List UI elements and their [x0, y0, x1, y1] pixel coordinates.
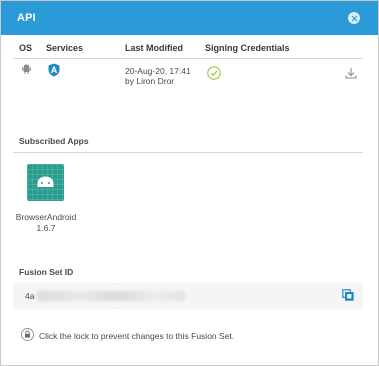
- app-name: BrowserAndroid 1.6.7: [15, 212, 77, 233]
- shield-icon: [48, 63, 60, 77]
- app-tile[interactable]: [27, 164, 64, 201]
- subscribed-divider: [13, 152, 363, 153]
- header-divider: [13, 58, 363, 59]
- api-dialog: API OS Services Last Modified Signing Cr…: [0, 0, 379, 366]
- column-header-os: OS: [19, 43, 33, 53]
- fusion-set-id-prefix: 4a: [25, 291, 35, 301]
- check-circle-icon: [207, 66, 221, 80]
- column-header-services: Services: [46, 43, 84, 53]
- download-icon[interactable]: [345, 67, 357, 79]
- last-modified: 20-Aug-20, 17:41 by Liron Dror: [125, 66, 191, 86]
- lock-icon[interactable]: [21, 328, 34, 341]
- android-icon: [22, 64, 31, 74]
- fusion-set-id-field: 4a: [13, 283, 363, 309]
- fusion-set-id-redacted: [37, 291, 185, 301]
- lock-hint-text: Click the lock to prevent changes to thi…: [39, 331, 235, 341]
- column-header-signing-credentials: Signing Credentials: [205, 43, 290, 53]
- column-header-last-modified: Last Modified: [125, 43, 183, 53]
- fusion-set-title: Fusion Set ID: [19, 267, 74, 277]
- close-icon[interactable]: [348, 12, 360, 24]
- modified-by: by Liron Dror: [125, 76, 175, 86]
- dialog-title: API: [17, 12, 36, 24]
- copy-icon[interactable]: [342, 289, 354, 301]
- dialog-header: API: [1, 1, 378, 35]
- subscribed-apps-title: Subscribed Apps: [19, 136, 89, 146]
- android-icon: [37, 176, 54, 187]
- modified-date: 20-Aug-20, 17:41: [125, 66, 191, 76]
